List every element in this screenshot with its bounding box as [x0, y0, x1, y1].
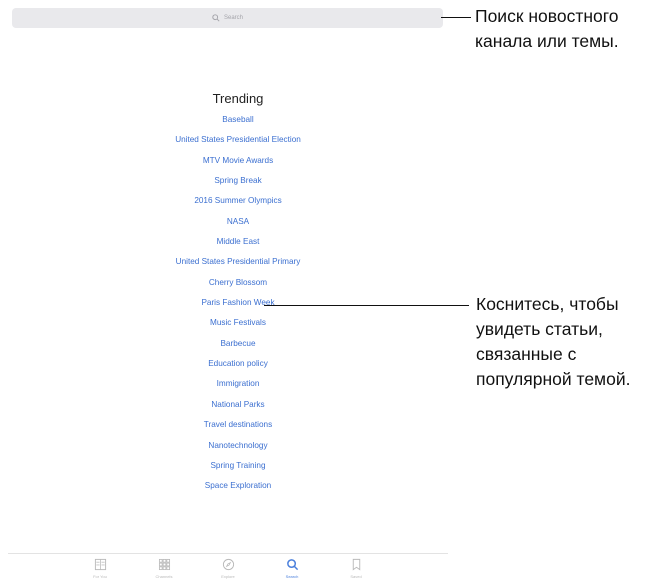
search-field[interactable]: Search: [12, 8, 443, 28]
topic-callout: Коснитесь, чтобы увидеть статьи, связанн…: [476, 292, 630, 392]
trending-topic-link[interactable]: Immigration: [8, 374, 468, 394]
trending-topic-link[interactable]: United States Presidential Primary: [8, 252, 468, 272]
trending-topic-link[interactable]: Barbecue: [8, 334, 468, 354]
trending-topic-link[interactable]: United States Presidential Election: [8, 130, 468, 150]
tab-label: Search: [285, 574, 299, 579]
trending-topic-link[interactable]: Nanotechnology: [8, 436, 468, 456]
trending-topic-link[interactable]: National Parks: [8, 395, 468, 415]
trending-topic-link[interactable]: MTV Movie Awards: [8, 151, 468, 171]
search-icon: [286, 559, 298, 571]
trending-topic-link[interactable]: Music Festivals: [8, 313, 468, 333]
tab-for-you[interactable]: For You: [68, 554, 132, 582]
trending-topic-link[interactable]: Education policy: [8, 354, 468, 374]
trending-topic-link[interactable]: Paris Fashion Week: [8, 293, 468, 313]
trending-list: Baseball United States Presidential Elect…: [8, 110, 468, 497]
trending-heading: Trending: [212, 91, 264, 106]
tab-saved[interactable]: Saved: [324, 554, 388, 582]
trending-topic-link[interactable]: Baseball: [8, 110, 468, 130]
page: Search Trending Baseball United States Pr…: [0, 0, 659, 582]
callout-line-1: Поиск новостного: [475, 6, 619, 26]
callout-line-1: Коснитесь, чтобы: [476, 294, 619, 314]
topic-callout-line: [264, 305, 469, 306]
tab-label: Saved: [350, 574, 362, 579]
trending-topic-link[interactable]: Space Exploration: [8, 476, 468, 496]
trending-topic-link[interactable]: Spring Break: [8, 171, 468, 191]
bookmark-icon: [352, 558, 360, 571]
search-callout-line: [441, 17, 471, 18]
callout-line-4: популярной темой.: [476, 369, 631, 389]
tab-search[interactable]: Search: [260, 554, 324, 582]
trending-topic-link[interactable]: Middle East: [8, 232, 468, 252]
trending-topic-link[interactable]: Spring Training: [8, 456, 468, 476]
search-icon: [212, 14, 220, 22]
tab-label: Channels: [155, 574, 173, 579]
tab-explore[interactable]: Explore: [196, 554, 260, 582]
callout-line-3: связанные с: [476, 344, 577, 364]
for-you-icon: [94, 558, 106, 571]
trending-topic-link[interactable]: 2016 Summer Olympics: [8, 191, 468, 211]
compass-icon: [222, 558, 234, 571]
trending-topic-link[interactable]: Cherry Blossom: [8, 273, 468, 293]
trending-topic-link[interactable]: NASA: [8, 212, 468, 232]
tab-label: For You: [93, 574, 107, 579]
channels-icon: [158, 558, 170, 571]
tab-bar: For You Channels Explore Search Saved: [8, 553, 448, 582]
trending-topic-link[interactable]: Travel destinations: [8, 415, 468, 435]
search-callout: Поиск новостного канала или темы.: [475, 4, 619, 54]
tab-channels[interactable]: Channels: [132, 554, 196, 582]
callout-line-2: канала или темы.: [475, 31, 619, 51]
news-screen: Search Trending Baseball United States Pr…: [8, 0, 448, 582]
tab-label: Explore: [221, 574, 235, 579]
callout-line-2: увидеть статьи,: [476, 319, 603, 339]
search-placeholder: Search: [223, 15, 243, 21]
